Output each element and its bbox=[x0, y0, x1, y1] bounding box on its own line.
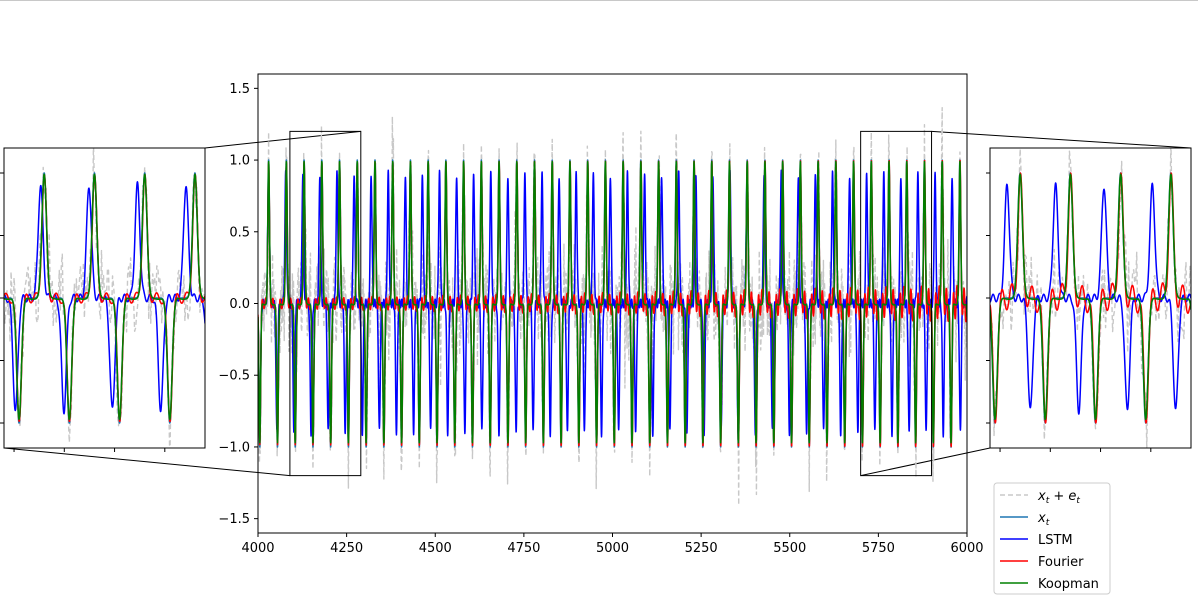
y-tick-label: 0.5 bbox=[229, 225, 250, 240]
legend-label-noisy: xt + et bbox=[1037, 489, 1080, 506]
y-tick-label: 1.0 bbox=[229, 154, 250, 169]
legend: xt + et xt LSTM Fourier Koopman bbox=[993, 482, 1111, 595]
x-tick-label: 5250 bbox=[685, 541, 718, 556]
x-tick-label: 4250 bbox=[330, 541, 363, 556]
x-tick-label: 4500 bbox=[419, 541, 452, 556]
main-x-axis: 4000 4250 4500 4750 5000 5250 5500 5750 6000 bbox=[241, 533, 984, 556]
y-tick-label: −0.5 bbox=[218, 369, 250, 384]
y-tick-label: 1.5 bbox=[229, 82, 250, 97]
x-tick-label: 5750 bbox=[862, 541, 895, 556]
zoom-connector-line bbox=[204, 130, 361, 149]
y-tick-label: 0.0 bbox=[229, 297, 250, 312]
x-tick-label: 4000 bbox=[241, 541, 274, 556]
x-tick-label: 4750 bbox=[507, 541, 540, 556]
legend-label-lstm: LSTM bbox=[1038, 533, 1073, 548]
y-tick-label: −1.5 bbox=[218, 512, 250, 527]
x-tick-label: 5000 bbox=[596, 541, 629, 556]
x-tick-label: 6000 bbox=[950, 541, 983, 556]
forecast-comparison-chart: 4000 4250 4500 4750 5000 5250 5500 5750 6000 1.5… bbox=[0, 73, 1192, 595]
legend-label-fourier: Fourier bbox=[1038, 555, 1084, 570]
y-tick-label: −1.0 bbox=[218, 440, 250, 455]
x-tick-label: 5500 bbox=[773, 541, 806, 556]
zoom-connector-line bbox=[931, 130, 1192, 149]
main-y-axis: 1.5 1.0 0.5 0.0 −0.5 −1.0 −1.5 bbox=[218, 82, 258, 527]
legend-label-koopman: Koopman bbox=[1038, 577, 1099, 592]
